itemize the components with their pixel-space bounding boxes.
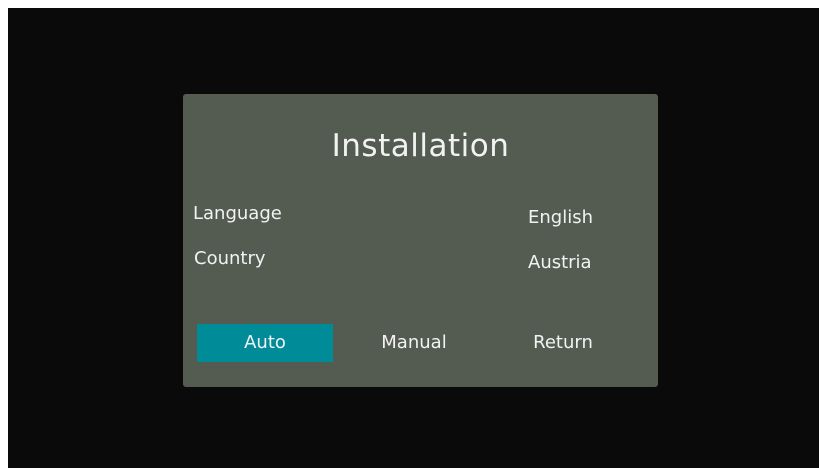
dialog-title: Installation [331, 128, 510, 164]
auto-button[interactable]: Auto [197, 324, 333, 362]
return-button[interactable]: Return [495, 324, 631, 362]
country-label: Country [194, 248, 266, 269]
language-value[interactable]: English [528, 207, 593, 229]
manual-button[interactable]: Manual [346, 324, 482, 362]
country-value[interactable]: Austria [528, 252, 592, 274]
tv-screen: Installation Language English Country Au… [8, 8, 819, 468]
language-label: Language [193, 203, 282, 224]
installation-dialog: Installation Language English Country Au… [183, 94, 658, 387]
